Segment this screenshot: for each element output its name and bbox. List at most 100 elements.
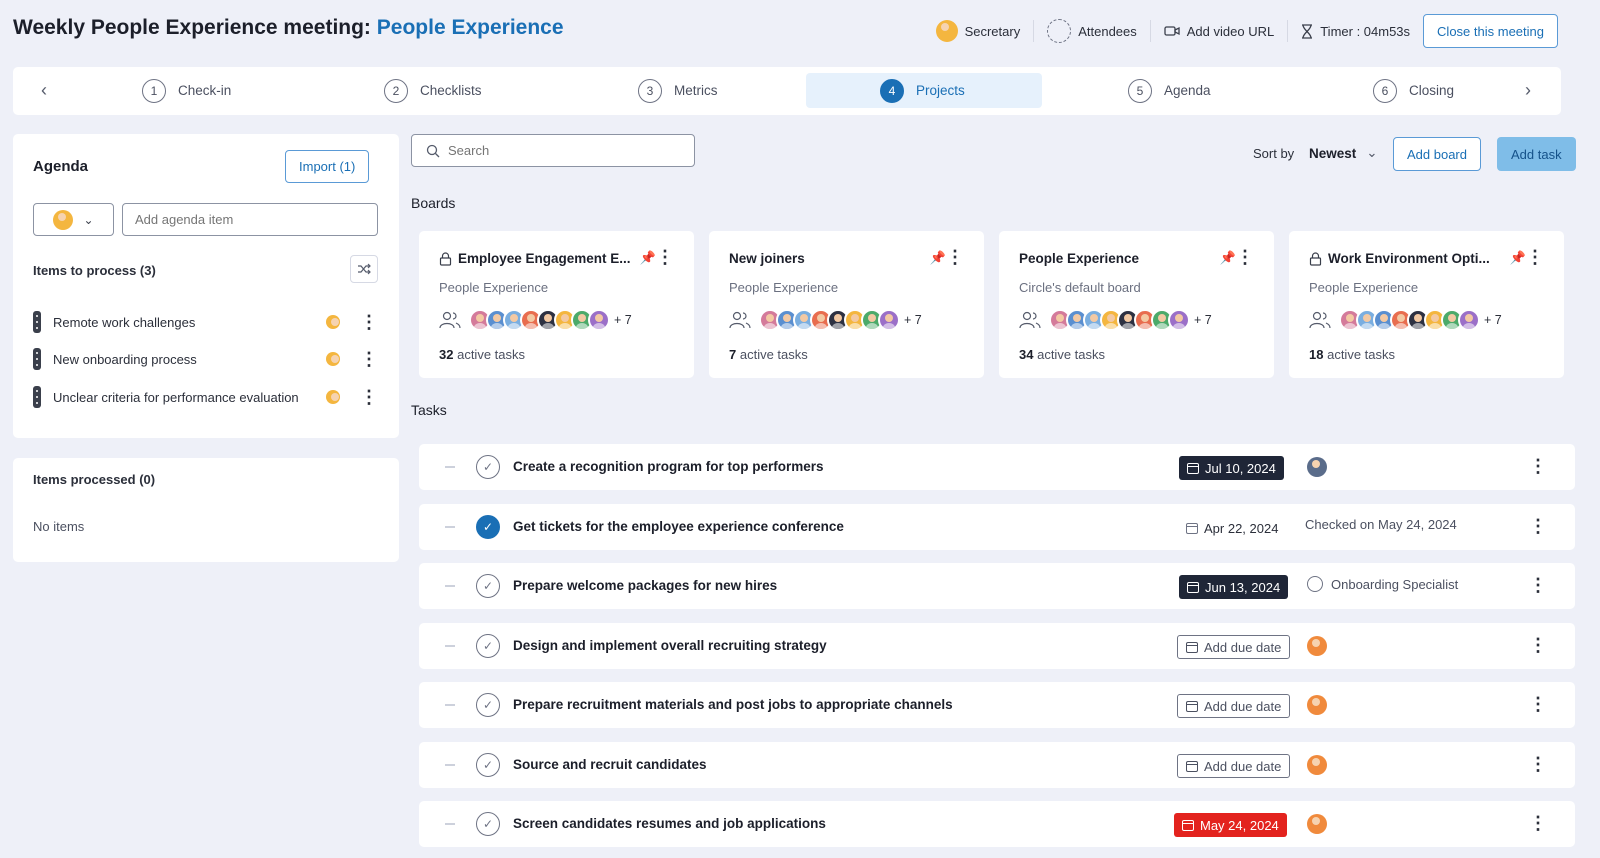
more-options-icon[interactable]: ⋮ [360, 388, 378, 406]
attendees-button[interactable]: Attendees [1034, 19, 1151, 43]
task-row[interactable]: ✓ Prepare recruitment materials and post… [419, 682, 1575, 728]
agenda-panel: Agenda Import (1) ⌄ Items to process (3)… [13, 134, 399, 438]
task-row[interactable]: ✓ Source and recruit candidates Add due … [419, 742, 1575, 788]
chevron-down-icon: ⌄ [1366, 145, 1378, 160]
task-checkbox[interactable]: ✓ [476, 634, 500, 658]
drag-handle-icon[interactable] [33, 386, 41, 408]
task-assignee[interactable] [1307, 814, 1335, 834]
task-checkbox[interactable]: ✓ [476, 753, 500, 777]
due-date-badge[interactable]: May 24, 2024 [1174, 813, 1287, 837]
search-icon [426, 144, 440, 157]
pin-icon[interactable]: 📌 [930, 250, 946, 266]
task-name[interactable]: Create a recognition program for top per… [513, 459, 824, 474]
drag-handle-icon[interactable] [445, 466, 455, 468]
due-date-badge[interactable]: Apr 22, 2024 [1186, 516, 1278, 540]
secretary-button[interactable]: Secretary [923, 20, 1035, 42]
sort-select[interactable]: Newest ⌄ [1309, 145, 1378, 161]
search-input[interactable] [448, 143, 678, 158]
timer[interactable]: Timer : 04m53s [1288, 20, 1423, 42]
board-card[interactable]: Work Environment Opti... 📌 ⋮ People Expe… [1289, 231, 1564, 378]
chevron-right-icon[interactable]: › [1525, 80, 1531, 101]
add-task-button[interactable]: Add task [1497, 137, 1576, 171]
task-row[interactable]: ✓ Prepare welcome packages for new hires… [419, 563, 1575, 609]
more-options-icon[interactable]: ⋮ [1529, 636, 1547, 654]
task-name[interactable]: Prepare recruitment materials and post j… [513, 697, 953, 712]
task-assignee[interactable]: Onboarding Specialist [1307, 576, 1458, 592]
more-options-icon[interactable]: ⋮ [360, 350, 378, 368]
task-assignee[interactable] [1307, 755, 1335, 775]
due-date-badge[interactable]: Jun 13, 2024 [1179, 575, 1289, 599]
owner-select[interactable]: ⌄ [33, 203, 114, 236]
step-agenda[interactable]: 5 Agenda [1128, 73, 1211, 108]
drag-handle-icon[interactable] [33, 311, 41, 333]
import-button[interactable]: Import (1) [285, 150, 370, 183]
drag-handle-icon[interactable] [445, 526, 455, 528]
step-check-in[interactable]: 1 Check-in [142, 73, 231, 108]
add-video-url-button[interactable]: Add video URL [1151, 20, 1289, 42]
task-assignee[interactable] [1307, 695, 1335, 715]
more-options-icon[interactable]: ⋮ [1529, 755, 1547, 773]
circle-name-link[interactable]: People Experience [377, 16, 564, 39]
board-card[interactable]: New joiners 📌 ⋮ People Experience + 7 7 … [709, 231, 984, 378]
add-due-date-button[interactable]: Add due date [1177, 635, 1291, 659]
secretary-label: Secretary [964, 23, 1021, 39]
task-checkbox[interactable]: ✓ [476, 455, 500, 479]
task-name[interactable]: Screen candidates resumes and job applic… [513, 816, 826, 831]
task-checkbox[interactable]: ✓ [476, 693, 500, 717]
task-name[interactable]: Prepare welcome packages for new hires [513, 578, 777, 593]
add-board-button[interactable]: Add board [1393, 137, 1481, 171]
drag-handle-icon[interactable] [445, 585, 455, 587]
pin-icon[interactable]: 📌 [1220, 250, 1236, 266]
task-row[interactable]: ✓ Get tickets for the employee experienc… [419, 504, 1575, 550]
agenda-item[interactable]: Unclear criteria for performance evaluat… [33, 386, 378, 408]
task-checked-status: Checked on May 24, 2024 [1305, 517, 1457, 532]
more-options-icon[interactable]: ⋮ [1529, 576, 1547, 594]
more-options-icon[interactable]: ⋮ [1526, 248, 1544, 266]
more-options-icon[interactable]: ⋮ [1529, 695, 1547, 713]
pin-icon[interactable]: 📌 [1510, 250, 1526, 266]
task-row[interactable]: ✓ Create a recognition program for top p… [419, 444, 1575, 490]
step-checklists[interactable]: 2 Checklists [384, 73, 482, 108]
more-options-icon[interactable]: ⋮ [1529, 814, 1547, 832]
drag-handle-icon[interactable] [445, 704, 455, 706]
more-options-icon[interactable]: ⋮ [1529, 457, 1547, 475]
assignee-avatar [1307, 457, 1327, 477]
board-card[interactable]: People Experience 📌 ⋮ Circle's default b… [999, 231, 1274, 378]
task-assignee[interactable] [1307, 636, 1335, 656]
step-projects[interactable]: 4 Projects [806, 73, 1042, 108]
more-options-icon[interactable]: ⋮ [360, 313, 378, 331]
task-checkbox[interactable]: ✓ [476, 812, 500, 836]
more-options-icon[interactable]: ⋮ [1529, 517, 1547, 535]
task-assignee[interactable] [1307, 457, 1335, 477]
chevron-left-icon[interactable]: ‹ [41, 80, 47, 101]
shuffle-button[interactable] [350, 255, 378, 283]
add-due-date-button[interactable]: Add due date [1177, 694, 1291, 718]
more-options-icon[interactable]: ⋮ [946, 248, 964, 266]
task-row[interactable]: ✓ Design and implement overall recruitin… [419, 623, 1575, 669]
add-due-date-button[interactable]: Add due date [1177, 754, 1291, 778]
board-title: New joiners [729, 251, 805, 266]
board-card[interactable]: Employee Engagement E... 📌 ⋮ People Expe… [419, 231, 694, 378]
task-checkbox[interactable]: ✓ [476, 515, 500, 539]
drag-handle-icon[interactable] [445, 645, 455, 647]
agenda-item[interactable]: Remote work challenges ⋮ [33, 311, 378, 333]
pin-icon[interactable]: 📌 [640, 250, 656, 266]
board-members: + 7 [439, 309, 632, 331]
step-closing[interactable]: 6 Closing [1373, 73, 1454, 108]
task-checkbox[interactable]: ✓ [476, 574, 500, 598]
more-options-icon[interactable]: ⋮ [1236, 248, 1254, 266]
drag-handle-icon[interactable] [445, 764, 455, 766]
task-row[interactable]: ✓ Screen candidates resumes and job appl… [419, 801, 1575, 847]
close-meeting-button[interactable]: Close this meeting [1423, 14, 1558, 48]
more-options-icon[interactable]: ⋮ [656, 248, 674, 266]
task-name[interactable]: Source and recruit candidates [513, 757, 707, 772]
drag-handle-icon[interactable] [445, 823, 455, 825]
step-metrics[interactable]: 3 Metrics [638, 73, 718, 108]
add-agenda-item-input[interactable] [122, 203, 378, 236]
agenda-item[interactable]: New onboarding process ⋮ [33, 348, 378, 370]
task-name[interactable]: Design and implement overall recruiting … [513, 638, 827, 653]
due-date-badge[interactable]: Jul 10, 2024 [1179, 456, 1284, 480]
drag-handle-icon[interactable] [33, 348, 41, 370]
task-name[interactable]: Get tickets for the employee experience … [513, 519, 844, 534]
search-box[interactable] [411, 134, 695, 167]
